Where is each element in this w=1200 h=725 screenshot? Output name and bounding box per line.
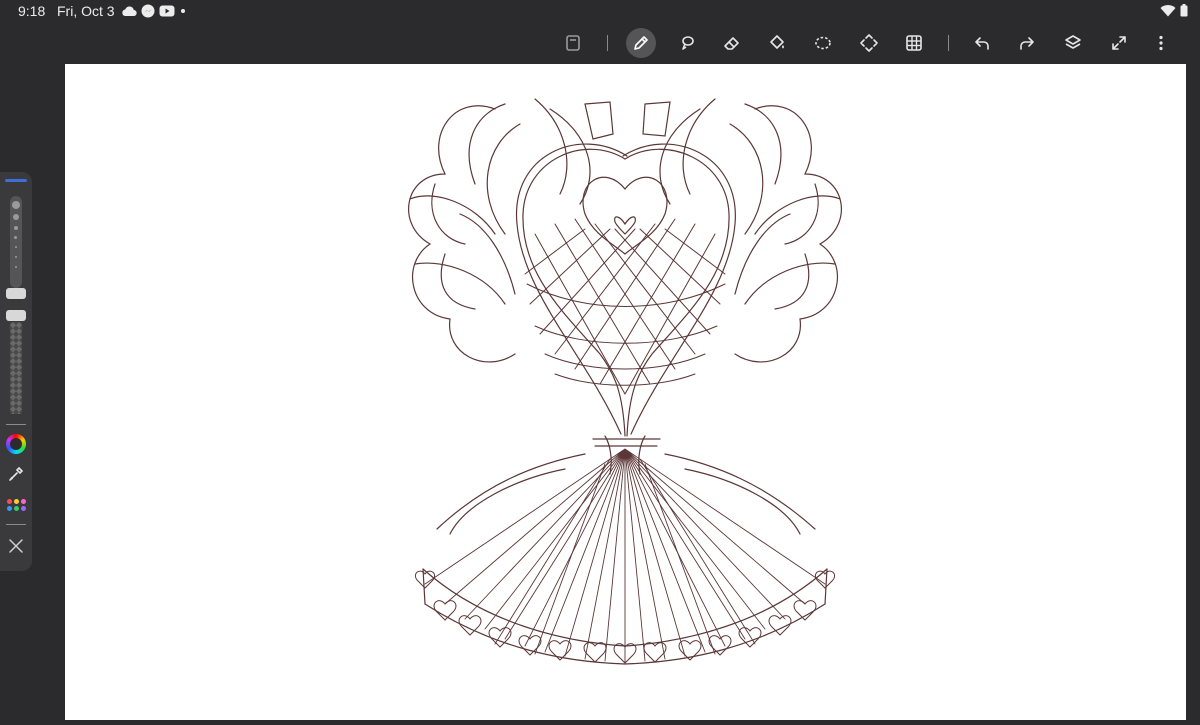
fullscreen-button[interactable] <box>1104 28 1134 58</box>
top-toolbar <box>0 24 1200 64</box>
grid-button[interactable] <box>899 28 929 58</box>
status-time: 9:18 <box>18 3 46 19</box>
undo-button[interactable] <box>967 28 997 58</box>
fullscreen-icon <box>1112 36 1126 50</box>
toolbar-divider <box>607 35 608 51</box>
panel-handle[interactable] <box>5 179 27 182</box>
more-options-button[interactable] <box>1146 28 1176 58</box>
opacity-slider[interactable] <box>10 322 22 414</box>
panel-divider <box>6 524 26 525</box>
left-tool-panel <box>0 172 32 571</box>
layers-button[interactable] <box>1058 28 1088 58</box>
selection-tool-button[interactable] <box>808 28 838 58</box>
size-dot <box>14 226 18 230</box>
size-dot <box>14 236 17 239</box>
system-icons <box>1160 4 1188 17</box>
more-icon <box>1159 35 1163 51</box>
undo-icon <box>975 37 989 50</box>
palette-icon[interactable] <box>7 499 27 513</box>
battery-icon <box>1180 4 1188 17</box>
redo-icon <box>1020 37 1034 50</box>
wifi-icon <box>1160 5 1176 17</box>
lasso-pen-icon <box>682 36 694 50</box>
transform-tool-button[interactable] <box>854 28 884 58</box>
drawing-canvas[interactable] <box>65 64 1186 720</box>
youtube-icon <box>159 5 175 17</box>
save-icon <box>566 35 580 51</box>
messenger-icon <box>141 4 155 18</box>
lasso-pen-tool-button[interactable] <box>672 28 702 58</box>
size-dot <box>15 266 17 268</box>
eraser-tool-button[interactable] <box>717 28 747 58</box>
size-dot <box>12 201 20 209</box>
dot-icon <box>181 9 185 13</box>
transform-icon <box>860 34 878 52</box>
size-dot <box>15 246 17 248</box>
pencil-tool-button[interactable] <box>626 28 656 58</box>
status-date: Fri, Oct 3 <box>57 3 115 19</box>
sketch-artwork <box>408 98 842 665</box>
redo-button[interactable] <box>1012 28 1042 58</box>
brush-size-thumb[interactable] <box>6 288 26 299</box>
brush-size-slider[interactable] <box>10 196 22 288</box>
toolbar-divider <box>948 35 949 51</box>
grid-icon <box>906 35 922 51</box>
opacity-thumb[interactable] <box>6 310 26 321</box>
color-wheel-icon[interactable] <box>6 434 26 454</box>
eraser-icon <box>724 37 739 50</box>
save-button[interactable] <box>558 28 588 58</box>
fill-bucket-icon <box>770 35 784 49</box>
status-bar: 9:18 Fri, Oct 3 <box>0 0 1200 24</box>
notification-icons <box>121 4 187 18</box>
eyedropper-icon[interactable] <box>6 464 26 484</box>
cloud-icon <box>122 6 137 17</box>
size-dot <box>13 214 19 220</box>
fill-tool-button[interactable] <box>762 28 792 58</box>
panel-divider <box>6 424 26 425</box>
close-icon[interactable] <box>6 536 26 556</box>
selection-icon <box>815 36 831 50</box>
pencil-icon <box>634 36 648 50</box>
size-dot <box>15 256 17 258</box>
layers-icon <box>1065 35 1081 49</box>
